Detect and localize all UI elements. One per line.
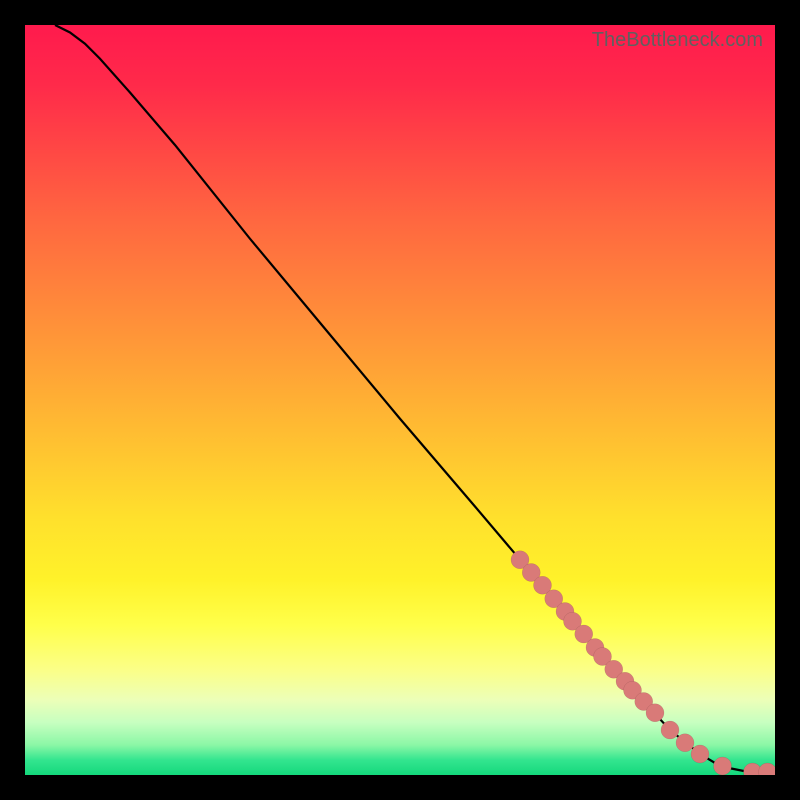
data-marker bbox=[661, 721, 679, 739]
data-marker bbox=[759, 763, 776, 775]
data-marker bbox=[676, 734, 694, 752]
plot-area: TheBottleneck.com bbox=[25, 25, 775, 775]
data-marker bbox=[691, 745, 709, 763]
curve-line bbox=[55, 25, 775, 772]
watermark-text: TheBottleneck.com bbox=[592, 29, 763, 52]
data-marker bbox=[646, 704, 664, 722]
data-marker bbox=[714, 757, 732, 775]
markers-group bbox=[511, 551, 775, 775]
chart-svg bbox=[25, 25, 775, 775]
